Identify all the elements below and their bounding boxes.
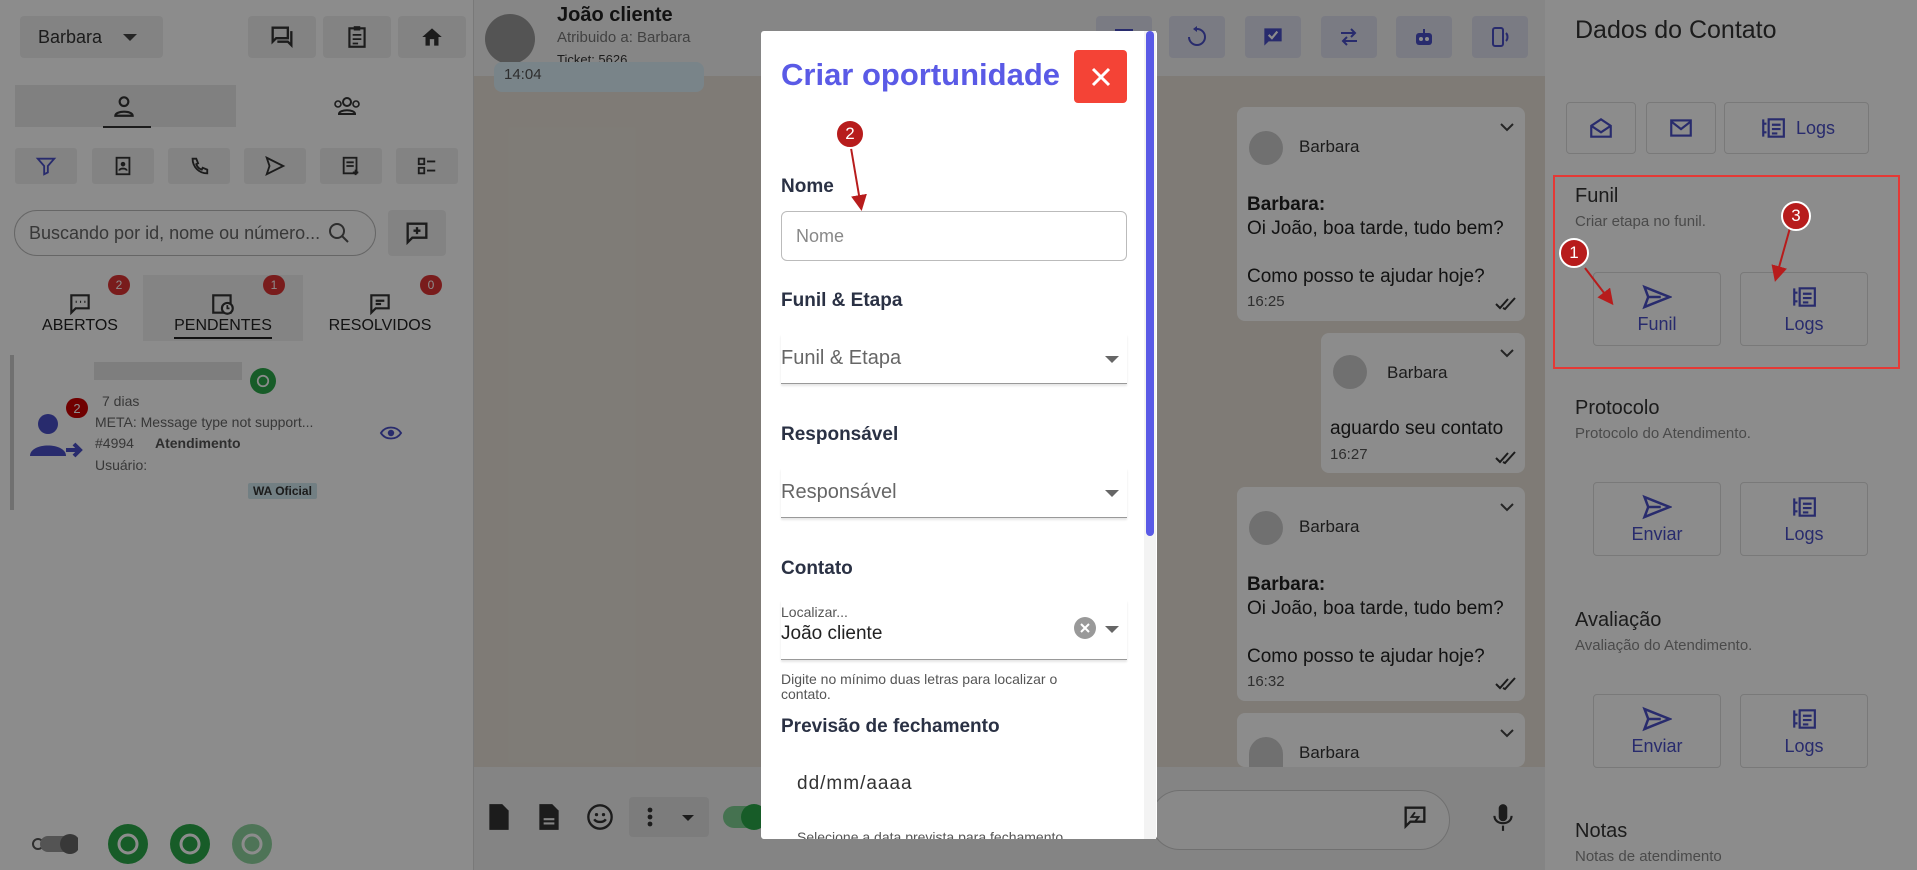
annotation-arrows (850, 147, 1791, 306)
annotation-marker-1: 1 (1559, 238, 1589, 268)
annotation-marker-3: 3 (1781, 201, 1811, 231)
annotation-marker-2: 2 (835, 119, 865, 149)
